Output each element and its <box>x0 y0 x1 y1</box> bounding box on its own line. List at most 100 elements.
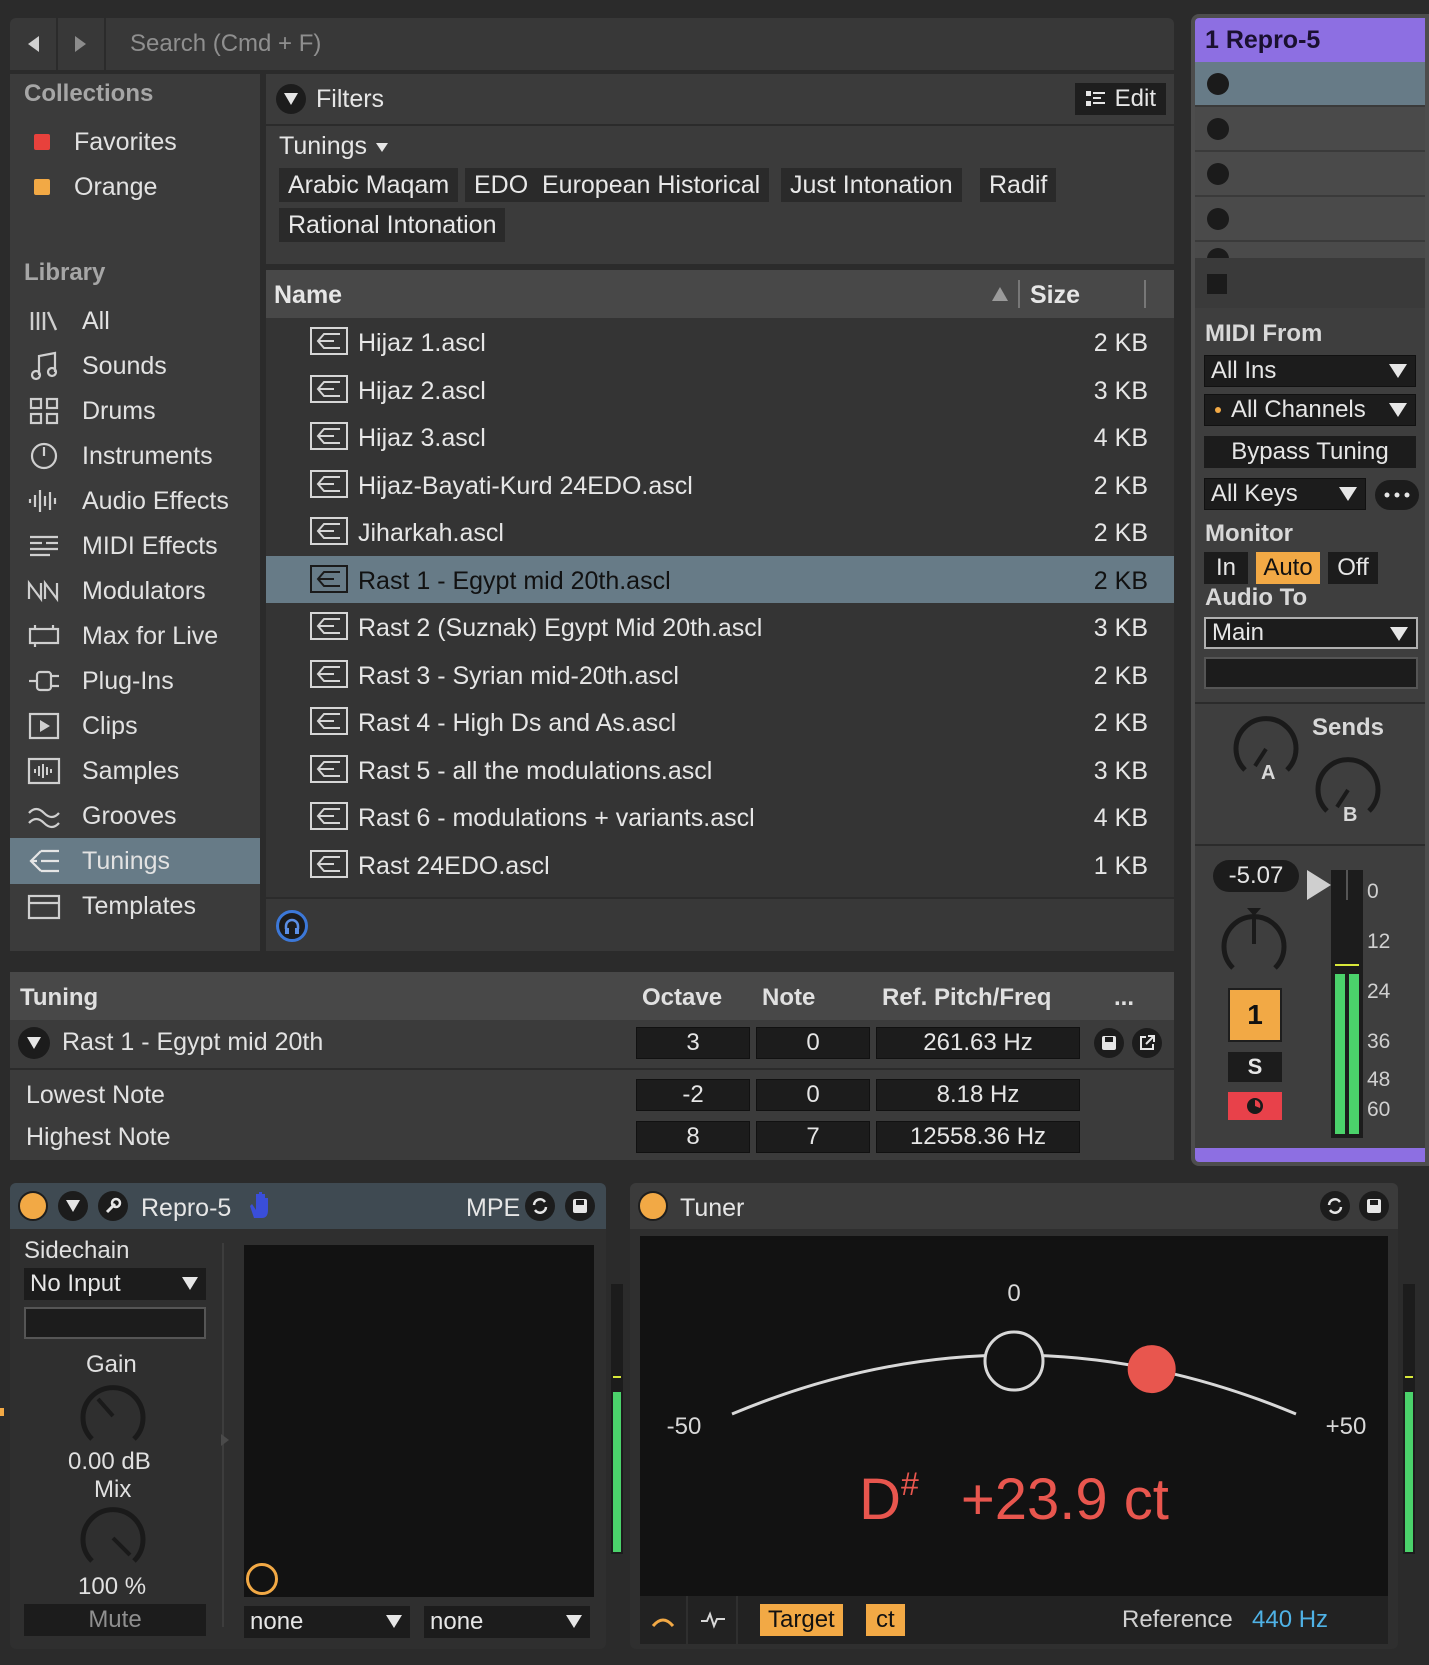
clip-slot-button[interactable] <box>1207 248 1229 258</box>
cents-unit-button[interactable]: ct <box>866 1604 905 1636</box>
save-preset-button[interactable] <box>565 1191 595 1221</box>
hot-swap-button[interactable] <box>525 1191 555 1221</box>
sidebar-item-instruments[interactable]: Instruments <box>10 433 260 479</box>
hand-icon[interactable] <box>246 1190 274 1220</box>
reference-value[interactable]: 440 Hz <box>1252 1606 1328 1634</box>
sidechain-channel-field[interactable] <box>24 1307 206 1339</box>
clip-slot[interactable] <box>1195 197 1425 242</box>
clip-slot-button[interactable] <box>1207 208 1229 230</box>
tag-radif[interactable]: Radif <box>980 168 1057 202</box>
sidebar-item-templates[interactable]: Templates <box>10 883 260 929</box>
gain-knob[interactable] <box>78 1381 148 1447</box>
file-row[interactable]: Jiharkah.ascl 2 KB <box>266 508 1174 556</box>
open-tuning-button[interactable] <box>1132 1028 1162 1058</box>
clip-slot[interactable] <box>1195 107 1425 152</box>
classic-view-button[interactable] <box>640 1596 688 1644</box>
hot-swap-button[interactable] <box>1320 1191 1350 1221</box>
file-row[interactable]: Rast 5 - all the modulations.ascl 3 KB <box>266 746 1174 794</box>
pan-knob[interactable] <box>1219 906 1289 980</box>
device-collapse-button[interactable] <box>58 1191 88 1221</box>
ref-freq-field[interactable]: 261.63 Hz <box>876 1027 1080 1059</box>
audio-to-dropdown[interactable]: Main <box>1204 617 1418 649</box>
midi-from-dropdown[interactable]: All Ins <box>1204 355 1416 387</box>
sidebar-item-tunings[interactable]: Tunings <box>10 838 260 884</box>
preview-button[interactable] <box>276 910 308 942</box>
save-tuning-button[interactable] <box>1094 1028 1124 1058</box>
highest-octave-field[interactable]: 8 <box>636 1121 750 1153</box>
xy-pad[interactable] <box>244 1245 594 1597</box>
clip-slot-button[interactable] <box>1207 118 1229 140</box>
collection-favorites[interactable]: Favorites <box>10 119 260 165</box>
bypass-tuning-button[interactable]: Bypass Tuning <box>1204 436 1416 468</box>
file-row[interactable]: Hijaz 2.ascl 3 KB <box>266 366 1174 414</box>
monitor-auto-button[interactable]: Auto <box>1256 552 1320 584</box>
sidebar-item-plug-ins[interactable]: Plug-Ins <box>10 658 260 704</box>
tag-arabic-maqam[interactable]: Arabic Maqam <box>279 168 459 202</box>
clip-slot[interactable] <box>1195 242 1425 260</box>
volume-handle-icon[interactable] <box>1305 868 1333 902</box>
mute-button[interactable]: Mute <box>24 1604 206 1636</box>
audio-to-channel-field[interactable] <box>1204 657 1418 689</box>
target-button[interactable]: Target <box>760 1604 843 1636</box>
xy-y-mapping-dropdown[interactable]: none <box>424 1606 590 1638</box>
file-row[interactable]: Rast 2 (Suznak) Egypt Mid 20th.ascl 3 KB <box>266 603 1174 651</box>
monitor-in-button[interactable]: In <box>1204 552 1248 584</box>
keys-dropdown[interactable]: All Keys <box>1204 478 1366 510</box>
keys-options-button[interactable] <box>1375 480 1419 510</box>
filters-toggle[interactable] <box>276 84 306 114</box>
stop-all-clips-button[interactable] <box>1207 274 1227 294</box>
track-activator-button[interactable]: 1 <box>1228 988 1282 1042</box>
back-button[interactable] <box>10 18 58 70</box>
clip-slot-button[interactable] <box>1207 163 1229 185</box>
tag-rational-intonation[interactable]: Rational Intonation <box>279 208 506 242</box>
edit-filters-button[interactable]: Edit <box>1074 83 1166 115</box>
track-title[interactable]: 1 Repro-5 <box>1195 18 1425 62</box>
sidebar-item-audio-effects[interactable]: Audio Effects <box>10 478 260 524</box>
file-row[interactable]: Rast 4 - High Ds and As.ascl 2 KB <box>266 698 1174 746</box>
more-options-button[interactable]: ... <box>1114 984 1134 1012</box>
ref-note-field[interactable]: 0 <box>756 1027 870 1059</box>
tag-edo[interactable]: EDO <box>465 168 538 202</box>
column-name[interactable]: Name <box>274 281 342 310</box>
column-size[interactable]: Size <box>1030 281 1080 310</box>
device-on-toggle[interactable] <box>638 1191 668 1221</box>
file-row[interactable]: Hijaz 1.ascl 2 KB <box>266 318 1174 366</box>
sort-ascending-icon[interactable] <box>991 286 1009 302</box>
file-row-selected[interactable]: Rast 1 - Egypt mid 20th.ascl 2 KB <box>266 555 1174 603</box>
device-on-toggle[interactable] <box>18 1191 48 1221</box>
sidebar-item-midi-effects[interactable]: MIDI Effects <box>10 523 260 569</box>
clip-slot[interactable] <box>1195 62 1425 107</box>
file-row[interactable]: Rast 6 - modulations + variants.ascl 4 K… <box>266 793 1174 841</box>
arm-button[interactable] <box>1228 1092 1282 1120</box>
mix-knob[interactable] <box>78 1503 148 1569</box>
sidebar-item-drums[interactable]: Drums <box>10 388 260 434</box>
search-input[interactable]: Search (Cmd + F) <box>112 18 321 70</box>
sidechain-input-dropdown[interactable]: No Input <box>24 1268 206 1300</box>
highest-note-field[interactable]: 7 <box>756 1121 870 1153</box>
file-row[interactable]: Hijaz 3.ascl 4 KB <box>266 413 1174 461</box>
tunings-filter-dropdown[interactable]: Tunings <box>279 132 389 161</box>
lowest-octave-field[interactable]: -2 <box>636 1079 750 1111</box>
sidebar-item-grooves[interactable]: Grooves <box>10 793 260 839</box>
tuning-collapse-toggle[interactable] <box>18 1027 50 1059</box>
sidebar-item-modulators[interactable]: Modulators <box>10 568 260 614</box>
histogram-view-button[interactable] <box>690 1596 738 1644</box>
forward-button[interactable] <box>58 18 106 70</box>
tag-european-historical[interactable]: European Historical <box>533 168 770 202</box>
plugin-edit-button[interactable] <box>98 1191 128 1221</box>
sidebar-item-max-for-live[interactable]: Max for Live <box>10 613 260 659</box>
sidebar-item-samples[interactable]: Samples <box>10 748 260 794</box>
volume-value-field[interactable]: -5.07 <box>1213 860 1299 892</box>
xy-handle[interactable] <box>246 1563 278 1595</box>
ref-octave-field[interactable]: 3 <box>636 1027 750 1059</box>
expand-arrow-icon[interactable] <box>220 1433 230 1447</box>
file-row[interactable]: Hijaz-Bayati-Kurd 24EDO.ascl 2 KB <box>266 461 1174 509</box>
sidebar-item-clips[interactable]: Clips <box>10 703 260 749</box>
solo-button[interactable]: S <box>1228 1052 1282 1082</box>
highest-freq-field[interactable]: 12558.36 Hz <box>876 1121 1080 1153</box>
collection-orange[interactable]: Orange <box>10 164 260 210</box>
mpe-label[interactable]: MPE <box>466 1194 520 1223</box>
tag-just-intonation[interactable]: Just Intonation <box>781 168 962 202</box>
lowest-freq-field[interactable]: 8.18 Hz <box>876 1079 1080 1111</box>
sidebar-item-sounds[interactable]: Sounds <box>10 343 260 389</box>
